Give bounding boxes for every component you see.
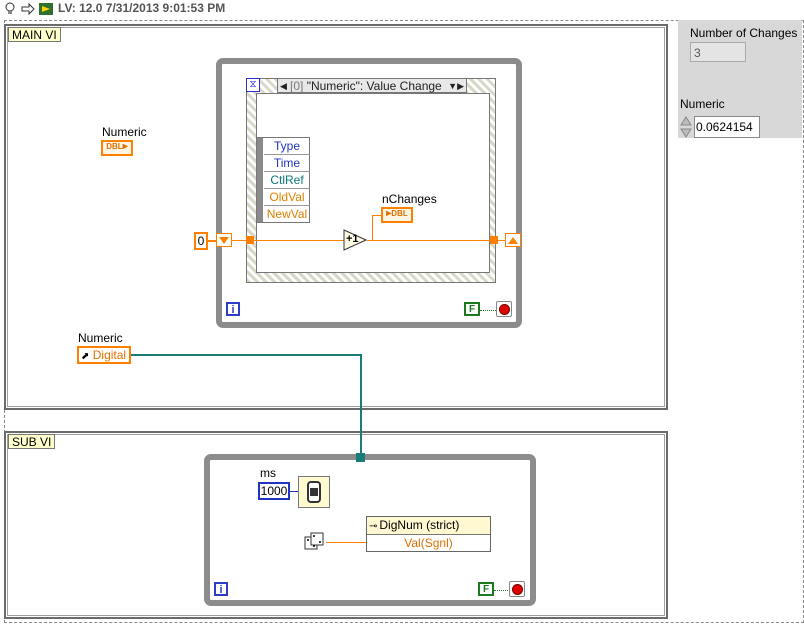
main-vi-label: MAIN VI [8,27,61,42]
number-of-changes-indicator: 3 [690,42,746,62]
wire [232,240,246,241]
numeric-ref-label: Numeric [78,331,123,345]
reference-icon: ⊸ [369,521,378,532]
iteration-terminal[interactable]: i [214,582,228,596]
numeric-control[interactable]: 0.0624154 [694,116,760,138]
stop-terminal-icon[interactable] [496,301,512,317]
nchanges-terminal[interactable]: ▸DBL [381,207,413,223]
increment-node[interactable]: +1 [343,229,368,251]
numeric-control-label: Numeric [680,97,725,111]
number-of-changes-label: Number of Changes [690,26,798,40]
false-constant[interactable]: F [464,302,480,316]
shift-register-right-icon[interactable] [505,233,521,247]
decrement-arrow-icon[interactable]: ◀ [280,79,287,94]
reference-wire [131,354,361,356]
event-data-newval[interactable]: NewVal [264,206,310,222]
ms-constant[interactable]: 1000 [258,482,290,500]
nchanges-label: nChanges [382,192,437,206]
stop-terminal-icon[interactable] [509,581,525,597]
wire [367,240,490,241]
property-value[interactable]: Val(Sgnl) [367,535,490,551]
event-data-oldval[interactable]: OldVal [264,189,310,206]
event-data-type[interactable]: Type [264,138,310,155]
wire [494,590,510,591]
tunnel [490,236,498,244]
shift-register-init-constant[interactable]: 0 [194,232,208,250]
property-node[interactable]: ⊸ DigNum (strict) Val(Sgnl) [366,516,491,552]
numeric-terminal-label: Numeric [102,125,147,139]
version-text: LV: 12.0 7/31/2013 9:01:53 PM [58,1,226,15]
numeric-terminal[interactable]: DBL▸ [101,140,133,156]
dropdown-arrow-icon[interactable]: ▼▶ [448,79,464,94]
shift-register-left-icon[interactable] [216,233,232,247]
numeric-ref-terminal[interactable]: ⬈ Digital [77,346,131,364]
ms-label: ms [260,466,276,480]
reference-icon: ⬈ [81,351,90,362]
false-constant[interactable]: F [478,582,494,596]
sub-vi-label: SUB VI [8,434,56,449]
timeout-icon[interactable]: ⧖ [246,78,260,92]
tunnel [246,236,254,244]
event-data-node[interactable]: Type Time CtlRef OldVal NewVal [256,137,310,223]
tunnel [356,453,365,462]
wait-ms-icon[interactable] [298,476,330,508]
wire [326,542,368,543]
step-icon[interactable] [20,2,36,16]
event-data-ctlref[interactable]: CtlRef [264,172,310,189]
random-number-icon[interactable] [303,531,325,553]
event-case-selector[interactable]: ◀ [0] "Numeric": Value Change ▼▶ [277,78,467,93]
increment-decrement-icon[interactable] [680,115,692,139]
wire [254,240,344,241]
event-data-time[interactable]: Time [264,155,310,172]
iteration-terminal[interactable]: i [226,302,240,316]
highlight-icon[interactable] [38,2,54,16]
lightbulb-icon[interactable] [2,2,18,16]
wire [290,491,298,492]
wire [372,215,373,241]
